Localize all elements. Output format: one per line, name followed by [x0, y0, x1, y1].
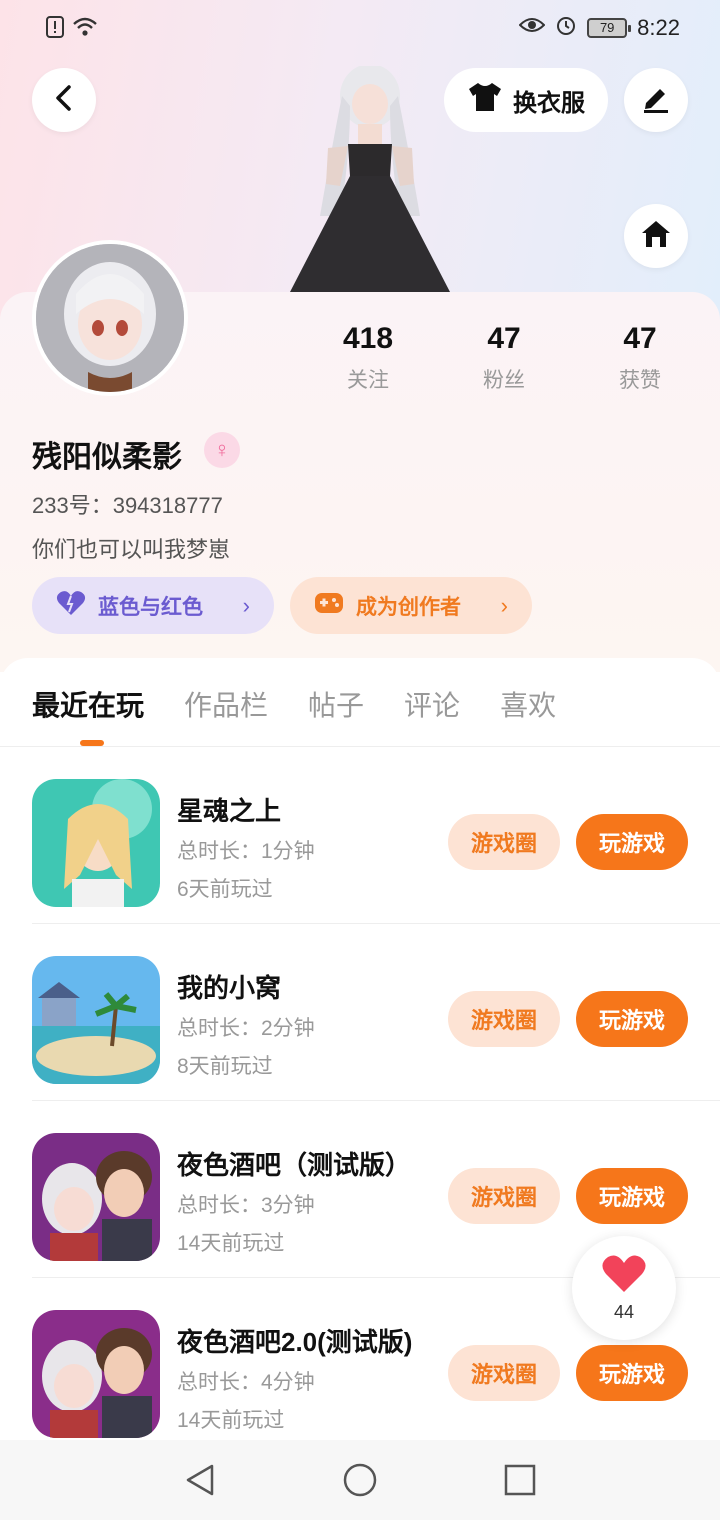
list-item[interactable]: 星魂之上 总时长：1分钟 6天前玩过 游戏圈 玩游戏: [32, 747, 720, 924]
stat-fans[interactable]: 47 粉丝: [436, 322, 572, 394]
floating-like-button[interactable]: 44: [572, 1236, 676, 1340]
wifi-icon: [72, 16, 98, 43]
stat-label: 获赞: [619, 369, 661, 392]
clock-time: 8:22: [637, 14, 680, 40]
home-button[interactable]: [624, 204, 688, 268]
game-duration: 总时长：4分钟: [177, 1371, 315, 1394]
game-circle-button[interactable]: 游戏圈: [448, 814, 560, 870]
back-button[interactable]: [32, 68, 96, 132]
user-id: 233号：394318777: [32, 493, 223, 518]
play-game-button[interactable]: 玩游戏: [576, 1345, 688, 1401]
alert-icon: [46, 16, 64, 43]
tag-label: 蓝色与红色: [98, 595, 203, 619]
play-game-button[interactable]: 玩游戏: [576, 991, 688, 1047]
tab-comments[interactable]: 评论: [404, 684, 460, 724]
game-icon-image: [32, 1310, 160, 1438]
heart-icon: [601, 1254, 647, 1299]
change-outfit-button[interactable]: 换衣服: [444, 68, 608, 132]
stat-value: 47: [487, 322, 521, 355]
play-game-button[interactable]: 玩游戏: [576, 1168, 688, 1224]
status-bar: 79 8:22: [0, 0, 720, 56]
game-last-played: 14天前玩过: [177, 1409, 285, 1432]
edit-profile-button[interactable]: [624, 68, 688, 132]
game-circle-button[interactable]: 游戏圈: [448, 991, 560, 1047]
username: 残阳似柔影: [32, 441, 182, 474]
stat-label: 关注: [347, 369, 389, 392]
avatar[interactable]: [32, 240, 188, 396]
tab-posts[interactable]: 帖子: [308, 684, 364, 724]
game-circle-button[interactable]: 游戏圈: [448, 1345, 560, 1401]
game-title: 夜色酒吧2.0(测试版): [177, 1327, 413, 1357]
tab-likes[interactable]: 喜欢: [500, 684, 556, 724]
list-item[interactable]: 我的小窝 总时长：2分钟 8天前玩过 游戏圈 玩游戏: [32, 924, 720, 1101]
alarm-icon: [555, 14, 577, 41]
game-circle-button[interactable]: 游戏圈: [448, 1168, 560, 1224]
nav-home-icon[interactable]: [342, 1462, 378, 1498]
game-icon-image: [32, 1133, 160, 1261]
game-title: 我的小窝: [177, 973, 282, 1003]
stat-label: 粉丝: [483, 369, 525, 392]
game-duration: 总时长：2分钟: [177, 1017, 315, 1040]
game-duration: 总时长：3分钟: [177, 1194, 315, 1217]
profile-stats: 418 关注 47 粉丝 47 获赞: [300, 322, 720, 394]
stat-following[interactable]: 418 关注: [300, 322, 436, 394]
game-last-played: 6天前玩过: [177, 878, 273, 901]
game-last-played: 14天前玩过: [177, 1232, 285, 1255]
gamepad-icon: [314, 591, 344, 621]
chevron-right-icon: ›: [242, 592, 250, 618]
game-icon-image: [32, 779, 160, 907]
game-title: 夜色酒吧（测试版）: [177, 1150, 412, 1180]
home-icon: [639, 218, 673, 255]
user-bio: 你们也可以叫我梦崽: [32, 537, 231, 562]
creator-label: 成为创作者: [356, 595, 461, 619]
profile-tabs: 最近在玩 作品栏 帖子 评论 喜欢: [32, 684, 556, 724]
nav-back-icon[interactable]: [182, 1462, 218, 1498]
tab-recent-played[interactable]: 最近在玩: [32, 684, 144, 724]
nav-recents-icon[interactable]: [502, 1462, 538, 1498]
battery-indicator: 79: [587, 17, 632, 38]
female-gender-icon: ♀: [204, 432, 240, 468]
pencil-icon: [640, 83, 672, 118]
become-creator-button[interactable]: 成为创作者 ›: [290, 577, 532, 634]
heart-icon: [56, 590, 86, 622]
change-outfit-label: 换衣服: [513, 89, 585, 117]
tshirt-icon: [467, 81, 503, 120]
stat-value: 418: [342, 322, 394, 355]
system-navigation-bar: [0, 1440, 720, 1520]
play-game-button[interactable]: 玩游戏: [576, 814, 688, 870]
game-icon-image: [32, 956, 160, 1084]
character-figure-image: [280, 64, 460, 292]
tab-works[interactable]: 作品栏: [184, 684, 268, 724]
eye-icon: [518, 16, 546, 39]
chevron-right-icon: ›: [500, 592, 508, 618]
game-last-played: 8天前玩过: [177, 1055, 273, 1078]
game-title: 星魂之上: [177, 796, 282, 826]
stat-value: 47: [623, 322, 657, 355]
chevron-left-icon: [52, 84, 76, 117]
tag-blue-red-button[interactable]: 蓝色与红色 ›: [32, 577, 274, 634]
stat-likes[interactable]: 47 获赞: [572, 322, 708, 394]
game-duration: 总时长：1分钟: [177, 840, 315, 863]
like-count: 44: [613, 1302, 635, 1322]
